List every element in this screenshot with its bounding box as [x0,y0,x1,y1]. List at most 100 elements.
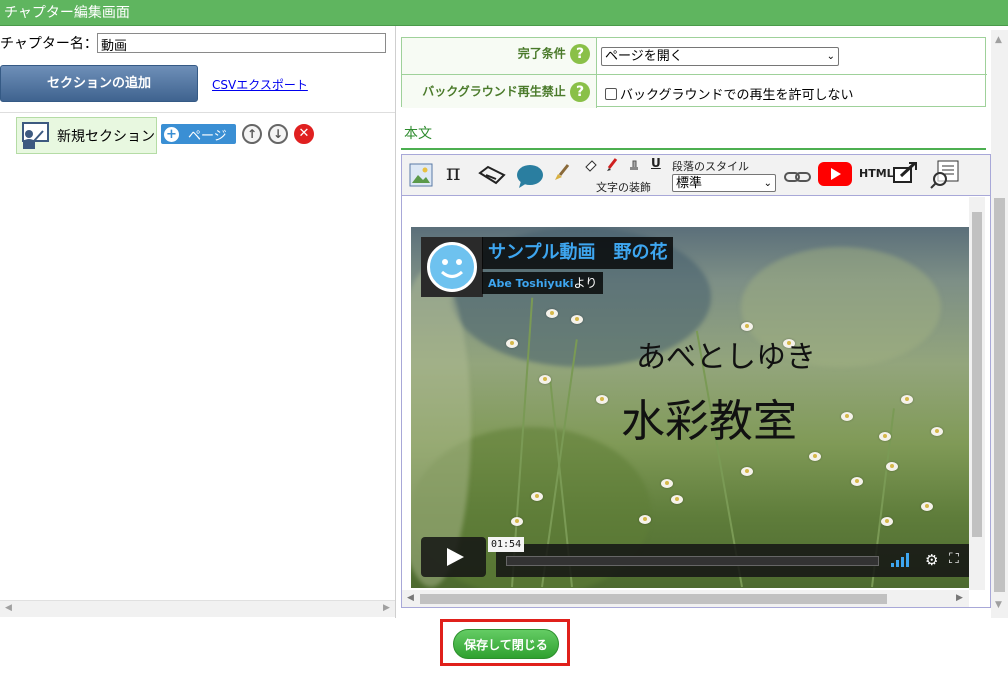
add-page-button[interactable]: + ページ [161,124,236,144]
body-section-title: 本文 [404,126,432,142]
editor-horizontal-scrollbar[interactable]: ◀ ▶ [402,590,969,607]
channel-name: Abe Toshiyuki [488,277,574,290]
scroll-left-icon[interactable]: ◀ [5,603,12,613]
flower [661,479,673,488]
help-icon[interactable]: ? [570,82,590,102]
formula-icon[interactable]: π [446,161,460,186]
help-icon[interactable]: ? [570,44,590,64]
arrow-up-icon: ↑ [246,127,258,141]
flower [921,502,933,511]
flower [539,375,551,384]
paragraph-style-select[interactable]: 標準 ⌄ [672,174,776,192]
video-overlay-title: 水彩教室 [621,396,797,447]
right-vertical-scrollbar[interactable]: ▲ ▼ [991,30,1008,618]
volume-icon[interactable] [891,553,915,567]
flower [741,322,753,331]
smiley-icon [427,242,477,292]
chapter-name-input[interactable]: 動画 [97,33,386,54]
scroll-thumb[interactable] [994,198,1005,592]
add-section-button[interactable]: セクションの追加 [0,65,198,102]
flower [596,395,608,404]
save-highlight-box: 保存して閉じる [440,619,570,666]
scroll-thumb[interactable] [420,594,887,604]
chapter-name-label: チャプター名： [0,36,98,52]
eraser-icon[interactable] [584,158,598,172]
rich-text-editor: π U 文字の装飾 段落のスタイル 標準 ⌄ HTML サンプル動画 野の花 A… [401,154,991,608]
flower [809,452,821,461]
channel-avatar[interactable] [421,237,483,297]
video-channel[interactable]: Abe Toshiyukiより [482,272,604,294]
background-playback-label: バックグラウンド再生禁止 [422,84,566,99]
eraser-shape-icon[interactable] [478,163,506,187]
section-tree: 新規セクション + ページ ↑ ↓ ✕ [0,112,395,600]
arrow-down-icon: ↓ [272,127,284,141]
flower [639,515,651,524]
editor-content[interactable]: サンプル動画 野の花 Abe Toshiyukiより あべとしゆき 水彩教室 ⚙ [402,197,990,590]
flower [741,467,753,476]
completion-select-value: ページを開く [605,49,683,64]
plus-icon: + [164,126,179,142]
youtube-video-embed[interactable]: サンプル動画 野の花 Abe Toshiyukiより あべとしゆき 水彩教室 ⚙ [411,227,970,588]
video-overlay-author: あべとしゆき [636,340,816,375]
scroll-right-icon[interactable]: ▶ [956,593,963,603]
scroll-up-icon[interactable]: ▲ [995,35,1002,45]
link-icon[interactable] [784,170,812,184]
background-playback-option[interactable]: バックグラウンドでの再生を許可しない [605,84,853,103]
youtube-icon[interactable] [818,162,852,186]
channel-suffix: より [573,276,598,290]
scroll-thumb[interactable] [972,212,982,537]
flower [886,462,898,471]
section-item[interactable]: 新規セクション [16,117,157,154]
editor-vertical-scrollbar[interactable] [969,197,985,590]
flower [571,315,583,324]
video-title[interactable]: サンプル動画 野の花 [482,237,674,269]
fullscreen-icon[interactable]: ⛶ [949,551,959,567]
background-playback-label-cell: バックグラウンド再生禁止 ? [402,75,597,108]
flower [531,492,543,501]
close-icon: ✕ [298,126,310,141]
paragraph-style-label: 段落のスタイル [672,160,749,173]
move-down-button[interactable]: ↓ [268,124,288,144]
background-playback-checkbox-label: バックグラウンドでの再生を許可しない [620,88,854,103]
play-button[interactable] [421,537,486,577]
stamp-icon[interactable] [627,158,641,172]
search-preview-icon[interactable] [930,160,960,190]
completion-row: 完了条件 ? ページを開く ⌄ [402,38,987,74]
speech-bubble-icon[interactable] [515,163,545,189]
underline-icon[interactable]: U [651,156,661,170]
flower [879,432,891,441]
teacher-board-icon [22,121,49,149]
flower [671,495,683,504]
scroll-right-icon[interactable]: ▶ [383,603,390,613]
image-icon[interactable] [409,163,433,187]
left-horizontal-scrollbar[interactable]: ◀ ▶ [0,600,395,617]
completion-label-cell: 完了条件 ? [402,38,597,74]
scroll-left-icon[interactable]: ◀ [407,593,414,603]
background-playback-row: バックグラウンド再生禁止 ? バックグラウンドでの再生を許可しない [402,74,987,108]
flower [851,477,863,486]
marker-icon[interactable] [605,158,619,172]
csv-export-link[interactable]: CSVエクスポート [212,76,308,93]
paragraph-style-value: 標準 [676,176,703,191]
flower [901,395,913,404]
background-playback-checkbox[interactable] [605,88,617,100]
window-title: チャプター編集画面 [0,0,1008,26]
settings-table: 完了条件 ? ページを開く ⌄ バックグラウンド再生禁止 ? バックグラウンドで… [401,37,987,108]
brush-icon[interactable] [552,163,572,183]
editor-toolbar: π U 文字の装飾 段落のスタイル 標準 ⌄ HTML [402,155,990,196]
scroll-down-icon[interactable]: ▼ [995,600,1002,610]
save-and-close-button[interactable]: 保存して閉じる [453,629,559,659]
embed-icon[interactable] [893,160,919,186]
completion-select[interactable]: ページを開く ⌄ [601,47,839,66]
divider [401,148,986,150]
right-pane: 完了条件 ? ページを開く ⌄ バックグラウンド再生禁止 ? バックグラウンドで… [401,26,1008,618]
progress-bar[interactable] [506,556,879,566]
move-up-button[interactable]: ↑ [242,124,262,144]
html-icon[interactable]: HTML [859,167,894,180]
player-controls: ⚙ ⛶ [496,544,970,577]
completion-label: 完了条件 [517,46,566,61]
gear-icon[interactable]: ⚙ [925,551,938,569]
chevron-down-icon: ⌄ [826,51,835,62]
text-decoration-label: 文字の装飾 [596,181,651,194]
delete-section-button[interactable]: ✕ [294,124,314,144]
